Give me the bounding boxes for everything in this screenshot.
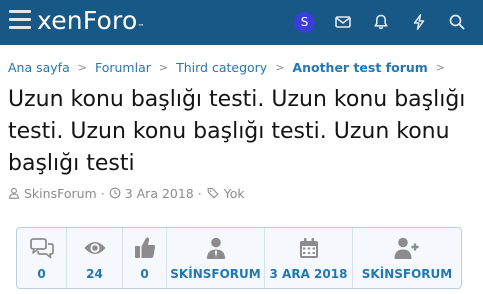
- likes-count: 0: [140, 267, 149, 281]
- comments-icon: [29, 236, 55, 260]
- stat-first-date: 3 ARA 2018: [265, 228, 353, 288]
- thread-tags: Yok: [223, 185, 245, 201]
- envelope-icon[interactable]: [334, 13, 352, 31]
- chevron-right-icon: >: [435, 60, 446, 74]
- bolt-icon[interactable]: [410, 13, 428, 31]
- thread-stats-bar: 0 24 0 SKİNSFORUM 3 ARA 2018 SKİNSFORUM: [16, 227, 462, 289]
- breadcrumb: Ana sayfa > Forumlar > Third category > …: [8, 58, 453, 76]
- search-icon[interactable]: [448, 13, 466, 31]
- tags-icon: [207, 187, 219, 199]
- breadcrumb-forums[interactable]: Forumlar: [95, 60, 151, 75]
- breadcrumb-home[interactable]: Ana sayfa: [8, 60, 70, 75]
- thread-meta: SkinsForum · 3 Ara 2018 · Yok: [8, 184, 245, 202]
- stat-views: 24: [67, 228, 123, 288]
- thread-author-link[interactable]: SkinsForum: [24, 186, 97, 201]
- top-navigation-bar: xenForo™ S: [0, 0, 483, 45]
- breadcrumb-forum[interactable]: Another test forum: [292, 60, 427, 75]
- stat-likes: 0: [123, 228, 167, 288]
- first-post-date: 3 ARA 2018: [269, 267, 348, 281]
- meta-separator: ·: [197, 185, 202, 201]
- thumbs-up-icon: [134, 236, 156, 260]
- views-count: 24: [86, 267, 103, 281]
- user-tie-icon: [206, 236, 226, 260]
- chevron-right-icon: >: [77, 60, 87, 74]
- thread-title: Uzun konu başlığı testi. Uzun konu başlı…: [8, 87, 466, 176]
- clock-icon: [109, 187, 121, 199]
- hamburger-menu-icon[interactable]: [9, 10, 31, 30]
- stat-starter: SKİNSFORUM: [167, 228, 265, 288]
- user-avatar[interactable]: S: [294, 12, 315, 33]
- starter-name[interactable]: SKİNSFORUM: [167, 267, 264, 281]
- replies-count: 0: [37, 267, 46, 281]
- chevron-right-icon: >: [275, 60, 285, 74]
- stat-last-poster: SKİNSFORUM: [353, 228, 461, 288]
- eye-icon: [83, 236, 107, 260]
- calendar-icon: [299, 236, 319, 260]
- meta-separator: ·: [100, 185, 105, 201]
- chevron-right-icon: >: [158, 60, 169, 74]
- last-poster-name[interactable]: SKİNSFORUM: [353, 267, 461, 281]
- stat-replies: 0: [17, 228, 67, 288]
- bell-icon[interactable]: [372, 13, 390, 31]
- breadcrumb-category[interactable]: Third category: [176, 60, 267, 75]
- user-plus-icon: [394, 236, 420, 260]
- thread-date-link[interactable]: 3 Ara 2018: [125, 186, 194, 201]
- site-logo[interactable]: xenForo™: [37, 5, 145, 37]
- user-icon: [8, 187, 20, 199]
